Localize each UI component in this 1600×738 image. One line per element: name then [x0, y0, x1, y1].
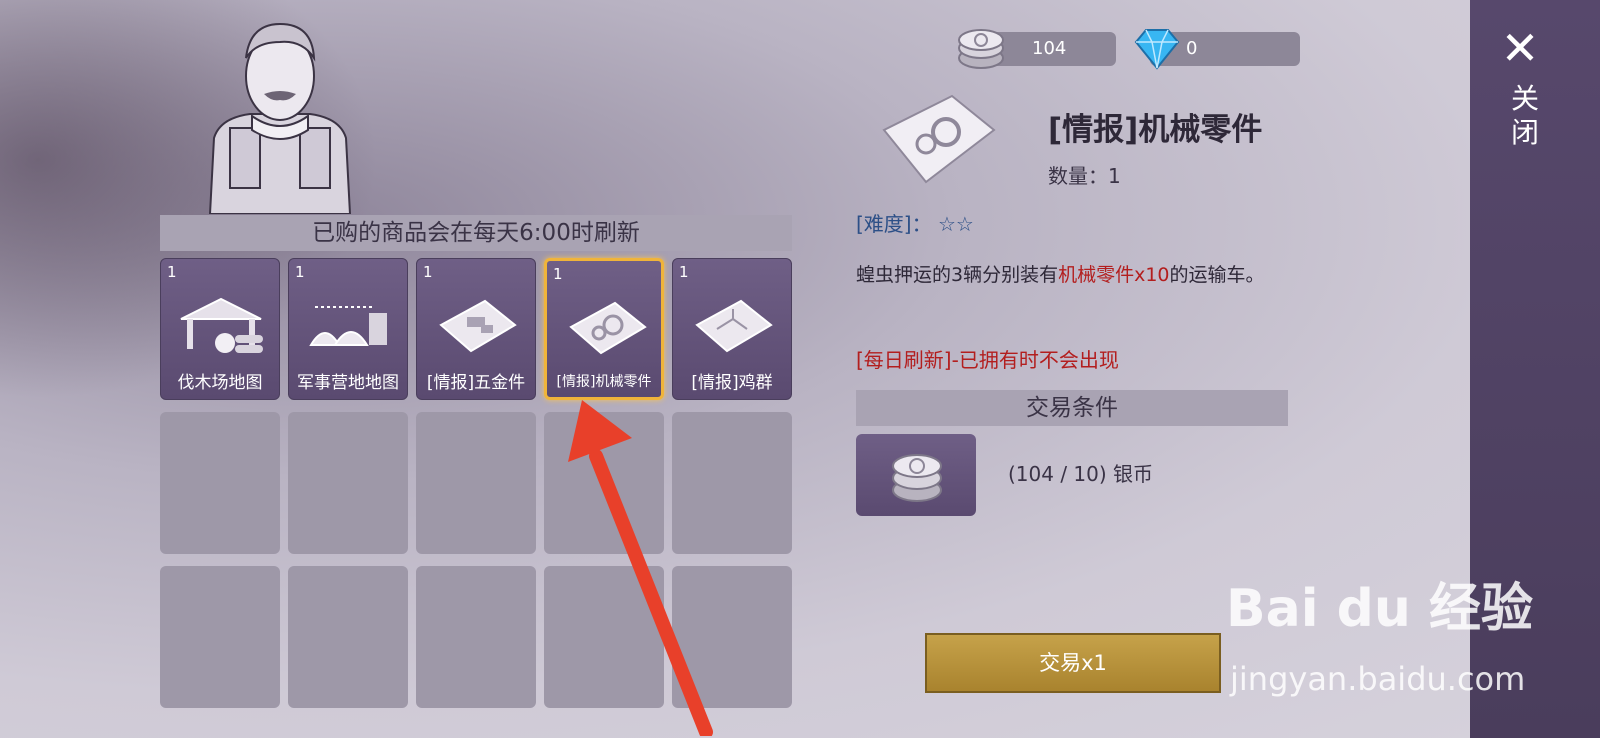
difficulty-label: [难度]：: [856, 212, 932, 236]
silver-coin-value: 104: [1032, 38, 1067, 59]
diamond-icon: [1134, 29, 1180, 70]
description-text: 蝗虫押运的3辆分别装有: [856, 264, 1059, 286]
item-title: [情报]机械零件: [1048, 112, 1263, 148]
cost-requirement: (104 / 10) 银币: [1008, 462, 1154, 486]
diamond-value: 0: [1186, 38, 1198, 59]
difficulty-stars: ☆☆: [937, 212, 974, 236]
close-label[interactable]: 关闭: [1508, 82, 1542, 150]
shop-item-sawmill-map[interactable]: 1 伐木场地图: [160, 258, 280, 400]
item-quantity: 1: [423, 263, 433, 281]
empty-slot: [160, 566, 280, 708]
empty-slot: [288, 566, 408, 708]
intel-chickens-icon: [695, 299, 773, 353]
close-icon[interactable]: ✕: [1496, 24, 1544, 72]
shop-refresh-notice: 已购的商品会在每天6:00时刷新: [160, 215, 792, 251]
watermark-url: jingyan.baidu.com: [1230, 660, 1526, 698]
silver-coin-icon: [892, 454, 942, 502]
empty-slot: [288, 412, 408, 554]
shop-item-military-camp-map[interactable]: 1 军事营地地图: [288, 258, 408, 400]
item-quantity: 1: [295, 263, 305, 281]
silver-coin-counter: 104: [990, 32, 1116, 66]
item-name: 伐木场地图: [177, 373, 263, 393]
item-count: 数量：1: [1048, 164, 1121, 188]
item-name: 军事营地地图: [297, 373, 399, 393]
watermark-brand: Bai du 经验: [1226, 579, 1533, 639]
description-highlight: 机械零件x10: [1058, 264, 1170, 286]
npc-portrait: [208, 22, 352, 214]
sawmill-map-icon: [180, 297, 263, 353]
silver-coin-icon: [958, 29, 1004, 69]
shop-item-intel-mechanical-parts[interactable]: 1 [情报]机械零件: [544, 258, 664, 400]
item-name: [情报]鸡群: [691, 373, 773, 393]
intel-hardware-icon: [439, 299, 517, 353]
item-quantity: 1: [167, 263, 177, 281]
shop-item-intel-hardware[interactable]: 1 [情报]五金件: [416, 258, 536, 400]
item-description: 蝗虫押运的3辆分别装有机械零件x10的运输车。: [856, 260, 1296, 290]
military-camp-map-icon: [309, 306, 387, 346]
trade-button[interactable]: 交易x1: [925, 633, 1221, 693]
difficulty-row: [难度]： ☆☆: [856, 208, 974, 237]
description-text-end: 的运输车。: [1169, 264, 1265, 286]
item-quantity: 1: [679, 263, 689, 281]
shop-item-intel-chickens[interactable]: 1 [情报]鸡群: [672, 258, 792, 400]
empty-slot: [416, 412, 536, 554]
intel-document-icon: [882, 94, 996, 184]
item-quantity: 1: [553, 265, 563, 283]
empty-slot: [416, 566, 536, 708]
item-name: [情报]机械零件: [556, 374, 652, 390]
empty-slot: [160, 412, 280, 554]
intel-mechanical-parts-icon: [569, 301, 647, 355]
annotation-arrow-icon: [568, 400, 713, 736]
item-name: [情报]五金件: [426, 373, 526, 393]
trade-conditions-header: 交易条件: [856, 390, 1288, 426]
cost-item-slot: [856, 434, 976, 516]
daily-refresh-note: [每日刷新]-已拥有时不会出现: [856, 348, 1119, 372]
